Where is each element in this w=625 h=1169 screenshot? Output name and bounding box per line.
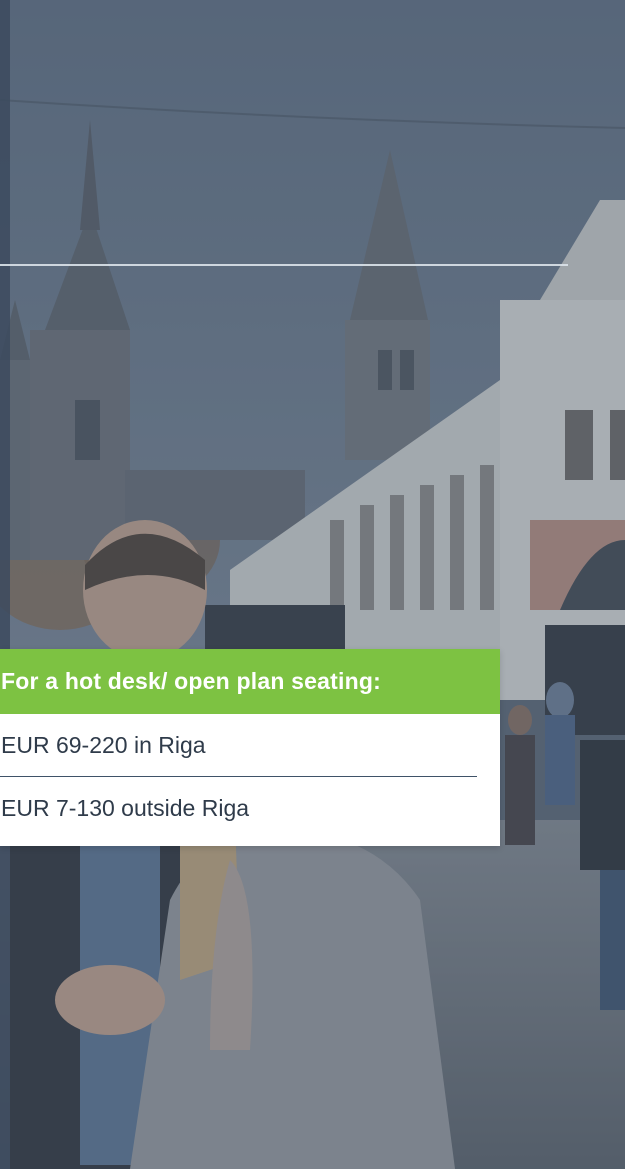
price-riga: EUR 69-220 in Riga [0, 714, 500, 777]
left-edge-strip [0, 0, 10, 1169]
color-overlay [0, 0, 625, 1169]
hot-desk-price-card: For a hot desk/ open plan seating: EUR 6… [0, 649, 500, 846]
price-outside-riga: EUR 7-130 outside Riga [1, 795, 250, 821]
header-divider-line [0, 264, 568, 266]
background-photo [0, 0, 625, 1169]
price-card-title: For a hot desk/ open plan seating: [0, 649, 500, 714]
